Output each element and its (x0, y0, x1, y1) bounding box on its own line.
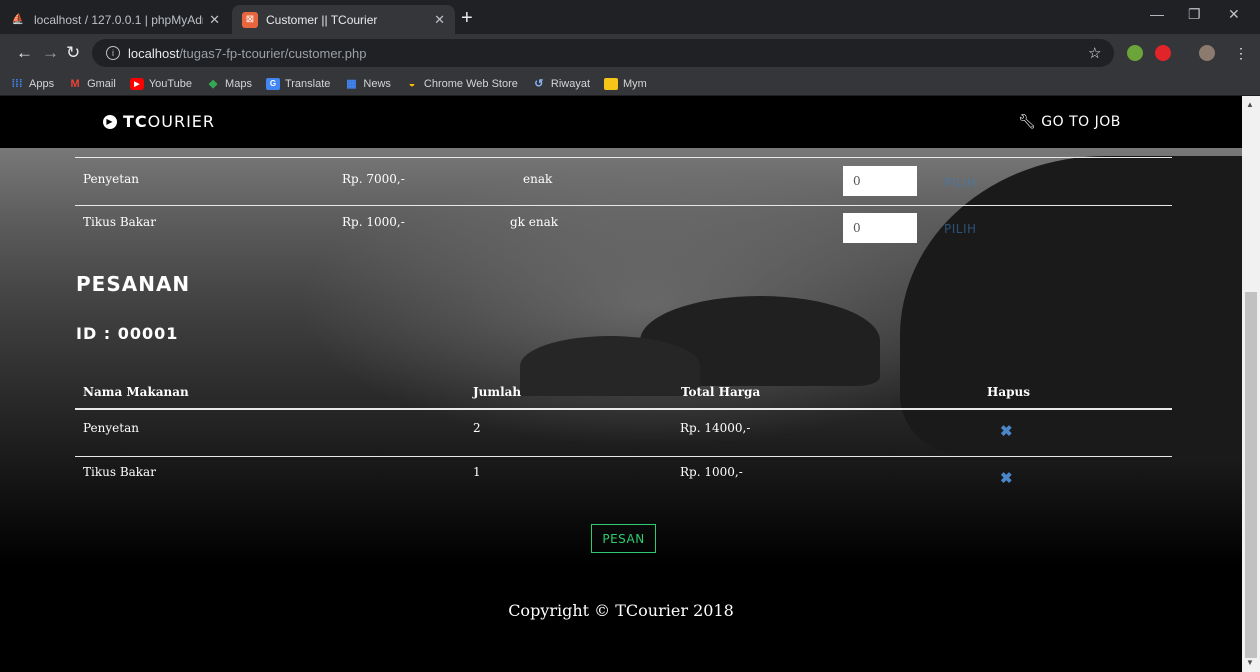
tab-customer[interactable]: ⊠ Customer || TCourier ✕ (232, 5, 455, 34)
bookmark-webstore[interactable]: ◒ Chrome Web Store (405, 78, 518, 90)
bookmark-gmail[interactable]: M Gmail (68, 77, 116, 90)
scroll-down-arrow-icon[interactable]: ▼ (1246, 658, 1254, 667)
maps-icon: ◆ (208, 78, 218, 90)
menu-item-price: Rp. 7000,- (342, 172, 405, 186)
profile-avatar[interactable] (1199, 45, 1215, 61)
order-item-name: Tikus Bakar (83, 465, 156, 479)
bookmark-riwayat[interactable]: ↺ Riwayat (532, 77, 590, 91)
bookmark-label: News (363, 77, 391, 90)
bookmark-star-icon[interactable]: ☆ (1088, 44, 1101, 64)
order-item-total: Rp. 1000,- (680, 465, 743, 479)
customer-favicon-icon: ⊠ (242, 11, 258, 28)
order-row-divider (75, 456, 1172, 457)
order-item-qty: 1 (473, 465, 481, 479)
phpmyadmin-favicon-icon: ⛵ (11, 14, 25, 25)
order-id: ID : 00001 (76, 324, 179, 343)
bookmark-translate[interactable]: G Translate (265, 77, 331, 90)
bookmark-label: Translate (284, 77, 331, 90)
history-icon: ↺ (534, 78, 544, 90)
translate-icon: G (265, 77, 280, 90)
webstore-icon: ◒ (408, 77, 416, 90)
apps-grid-icon: ⁞⁞⁞ (11, 77, 23, 90)
play-circle-icon: ▶ (103, 114, 117, 129)
bookmark-apps[interactable]: ⁞⁞⁞ Apps (10, 77, 55, 90)
bookmark-label: Gmail (87, 77, 116, 90)
scroll-thumb[interactable] (1245, 292, 1257, 658)
opera-extension-icon[interactable] (1155, 45, 1171, 61)
menu-item-name: Penyetan (83, 172, 139, 186)
bookmark-maps[interactable]: ◆ Maps (206, 77, 252, 91)
bookmark-news[interactable]: ▦ News (344, 77, 391, 91)
gmail-icon: M (70, 77, 80, 90)
bookmark-label: YouTube (148, 77, 193, 90)
info-icon[interactable]: i (106, 46, 120, 60)
go-to-job-label: GO TO JOB (1041, 114, 1121, 130)
brand-bold: TC (123, 112, 148, 131)
background-rock (520, 336, 700, 396)
page-viewport: ▶ TCOURIER 🔧︎ GO TO JOB Penyetan Rp. 700… (0, 96, 1242, 672)
menu-item-price: Rp. 1000,- (342, 215, 405, 229)
pilih-button[interactable]: PILIH (944, 222, 977, 236)
bookmarks-bar: ⁞⁞⁞ Apps M Gmail ▶ YouTube ◆ Maps G Translate… (0, 72, 1260, 96)
url-host: localhost (128, 45, 180, 61)
wrench-icon: 🔧︎ (1018, 114, 1037, 130)
column-header-qty: Jumlah (473, 385, 522, 399)
extension-icon[interactable] (1127, 45, 1143, 61)
bookmark-label: Mym (623, 77, 647, 90)
youtube-icon: ▶ (129, 77, 144, 90)
browser-tab-strip: ⛵ localhost / 127.0.0.1 | phpMyAdm ✕ ⊠ C… (0, 0, 1260, 34)
order-heading: PESANAN (76, 272, 191, 296)
site-navbar: ▶ TCOURIER 🔧︎ GO TO JOB (0, 96, 1242, 148)
order-item-qty: 2 (473, 421, 481, 435)
new-tab-plus-icon[interactable]: + (461, 8, 473, 28)
bookmark-youtube[interactable]: ▶ YouTube (129, 77, 193, 90)
menu-header-divider (75, 157, 1172, 158)
bookmark-label: Apps (29, 77, 55, 90)
tab-title: localhost / 127.0.0.1 | phpMyAdm (34, 12, 204, 27)
menu-item-desc: gk enak (510, 215, 559, 229)
column-header-name: Nama Makanan (83, 385, 189, 399)
pesan-button[interactable]: PESAN (591, 524, 656, 553)
menu-item-desc: enak (523, 172, 553, 186)
menu-item-name: Tikus Bakar (83, 215, 156, 229)
pilih-button[interactable]: PILIH (944, 176, 977, 190)
close-tab-icon[interactable]: ✕ (434, 12, 445, 28)
bookmark-label: Maps (225, 77, 252, 90)
tab-phpmyadmin[interactable]: ⛵ localhost / 127.0.0.1 | phpMyAdm ✕ (0, 5, 230, 34)
menu-row-divider (75, 205, 1172, 206)
go-to-job-link[interactable]: 🔧︎ GO TO JOB (1018, 114, 1121, 130)
footer-copyright: Copyright © TCourier 2018 (508, 601, 734, 620)
url-path: /tugas7-fp-tcourier/customer.php (179, 45, 367, 61)
delete-icon[interactable]: ✖ (1000, 422, 1013, 440)
address-toolbar: ← → ↻ i localhost/tugas7-fp-tcourier/cus… (0, 34, 1260, 72)
bookmark-label: Riwayat (550, 77, 590, 90)
folder-icon (604, 77, 618, 90)
column-header-delete: Hapus (987, 385, 1030, 399)
bookmark-label: Chrome Web Store (423, 77, 518, 90)
address-bar[interactable]: i localhost/tugas7-fp-tcourier/customer.… (92, 39, 1114, 67)
close-window-icon[interactable]: ✕ (1228, 6, 1240, 23)
reload-icon[interactable]: ↻ (66, 43, 80, 63)
column-header-total: Total Harga (681, 385, 761, 399)
minimize-icon[interactable]: — (1150, 6, 1164, 22)
scroll-up-arrow-icon[interactable]: ▲ (1246, 100, 1254, 109)
order-header-divider (75, 408, 1172, 410)
back-arrow-icon[interactable]: ← (16, 43, 33, 63)
page-scrollbar[interactable]: ▲ ▼ (1242, 96, 1260, 672)
site-brand[interactable]: ▶ TCOURIER (103, 112, 215, 131)
brand-rest: OURIER (147, 112, 216, 131)
delete-icon[interactable]: ✖ (1000, 469, 1013, 487)
tab-title: Customer || TCourier (266, 12, 378, 27)
quantity-input[interactable] (843, 213, 917, 243)
menu-kebab-icon[interactable]: ⋮ (1234, 43, 1248, 63)
background-rock (900, 156, 1242, 456)
order-item-name: Penyetan (83, 421, 139, 435)
bookmark-mym[interactable]: Mym (604, 77, 647, 90)
quantity-input[interactable] (843, 166, 917, 196)
restore-icon[interactable]: ❐ (1188, 6, 1201, 23)
order-item-total: Rp. 14000,- (680, 421, 751, 435)
forward-arrow-icon[interactable]: → (42, 43, 59, 63)
close-tab-icon[interactable]: ✕ (209, 12, 220, 28)
news-icon: ▦ (346, 78, 357, 90)
